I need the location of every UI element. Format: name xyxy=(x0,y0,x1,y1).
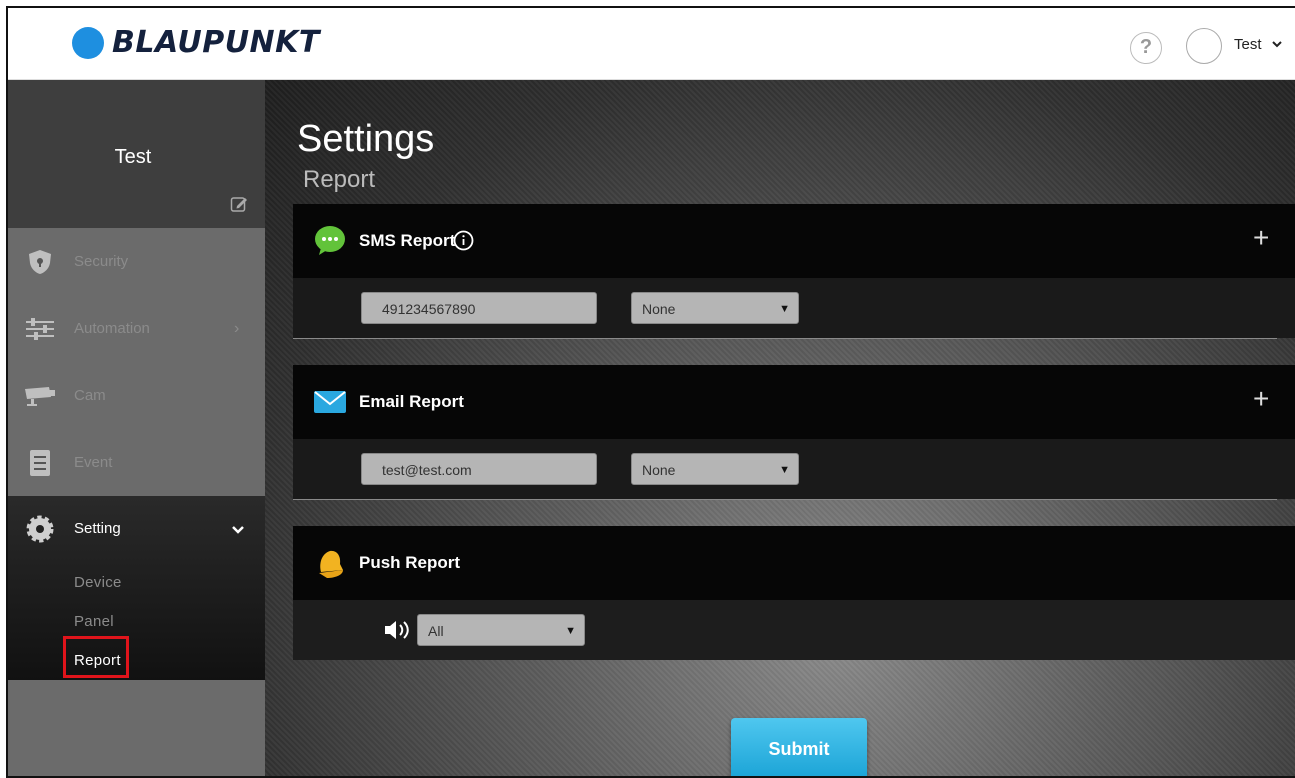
user-name[interactable]: Test xyxy=(1234,36,1262,53)
sidebar-sub-panel[interactable]: Panel xyxy=(74,613,114,630)
profile-name: Test xyxy=(114,146,152,168)
select-value: None xyxy=(642,462,676,478)
sidebar-sub-device[interactable]: Device xyxy=(74,574,122,591)
sms-phone-input[interactable]: 491234567890 xyxy=(361,292,597,324)
list-icon xyxy=(22,445,58,481)
push-report-title: Push Report xyxy=(359,553,461,572)
shield-icon xyxy=(22,244,58,280)
profile-panel: Test xyxy=(8,80,265,228)
sidebar-item-label: Security xyxy=(74,253,129,270)
sliders-icon xyxy=(22,311,58,347)
sidebar-item-setting[interactable]: Setting xyxy=(8,496,265,563)
avatar[interactable] xyxy=(1186,28,1222,64)
sms-option-select[interactable]: None ▼ xyxy=(631,292,799,324)
speaker-icon xyxy=(385,621,409,639)
logo-dot xyxy=(72,26,104,59)
dropdown-arrow-icon: ▼ xyxy=(779,303,790,315)
sidebar-item-cam[interactable]: Cam xyxy=(8,362,265,429)
sidebar-item-automation[interactable]: Automation › xyxy=(8,295,265,362)
panel-body: test@test.com None ▼ xyxy=(293,439,1295,499)
select-value: None xyxy=(642,301,676,317)
select-value: All xyxy=(428,623,444,639)
envelope-icon xyxy=(314,391,346,413)
chevron-right-icon: › xyxy=(234,319,240,337)
push-option-select[interactable]: All ▼ xyxy=(417,614,585,646)
divider xyxy=(293,338,1277,339)
email-option-select[interactable]: None ▼ xyxy=(631,453,799,485)
panel-header: Email Report + xyxy=(293,365,1295,439)
bell-icon xyxy=(319,550,343,578)
panel-header: SMS Report + xyxy=(293,204,1295,278)
email-report-title: Email Report xyxy=(359,392,464,411)
info-icon[interactable] xyxy=(453,230,474,251)
page-subtitle: Report xyxy=(303,166,376,193)
divider xyxy=(293,499,1277,500)
brand-logo: BLAUPUNKT xyxy=(72,25,320,60)
panel-header: Push Report xyxy=(293,526,1295,600)
panel-body: All ▼ xyxy=(293,600,1295,660)
chevron-down-icon[interactable] xyxy=(1272,39,1282,49)
add-sms-button[interactable]: + xyxy=(1253,224,1269,252)
add-email-button[interactable]: + xyxy=(1253,385,1269,413)
dropdown-arrow-icon: ▼ xyxy=(565,625,576,637)
sidebar: Test Security Automation › Cam Event Set… xyxy=(8,80,265,776)
submit-button[interactable]: Submit xyxy=(731,718,867,776)
page-title: Settings xyxy=(297,118,435,160)
sms-report-title: SMS Report xyxy=(359,231,456,250)
app-frame: BLAUPUNKT ? Test Test Security Automatio… xyxy=(6,6,1295,778)
panel-body: 491234567890 None ▼ xyxy=(293,278,1295,338)
brand-name: BLAUPUNKT xyxy=(112,25,320,60)
edit-icon[interactable] xyxy=(230,195,248,213)
main-content: Settings Report SMS Report + 49123456789… xyxy=(265,80,1295,776)
sidebar-item-event[interactable]: Event xyxy=(8,429,265,496)
email-report-panel: Email Report + test@test.com None ▼ xyxy=(293,365,1295,501)
report-highlight-box xyxy=(63,636,129,678)
sms-report-panel: SMS Report + 491234567890 None ▼ xyxy=(293,204,1295,340)
chat-bubble-icon xyxy=(315,226,345,255)
email-address-input[interactable]: test@test.com xyxy=(361,453,597,485)
top-header: BLAUPUNKT ? Test xyxy=(8,8,1295,80)
camera-icon xyxy=(22,378,58,414)
dropdown-arrow-icon: ▼ xyxy=(779,464,790,476)
sidebar-item-label: Cam xyxy=(74,387,106,404)
sidebar-item-label: Event xyxy=(74,454,113,471)
help-button[interactable]: ? xyxy=(1130,32,1162,64)
sidebar-item-label: Setting xyxy=(74,520,121,537)
chevron-down-icon xyxy=(232,526,244,534)
sidebar-group-setting: Setting Device Panel Report xyxy=(8,496,265,680)
push-report-panel: Push Report All ▼ xyxy=(293,526,1295,662)
sidebar-item-security[interactable]: Security xyxy=(8,228,265,295)
sidebar-item-label: Automation xyxy=(74,320,150,337)
gear-icon xyxy=(22,511,58,547)
